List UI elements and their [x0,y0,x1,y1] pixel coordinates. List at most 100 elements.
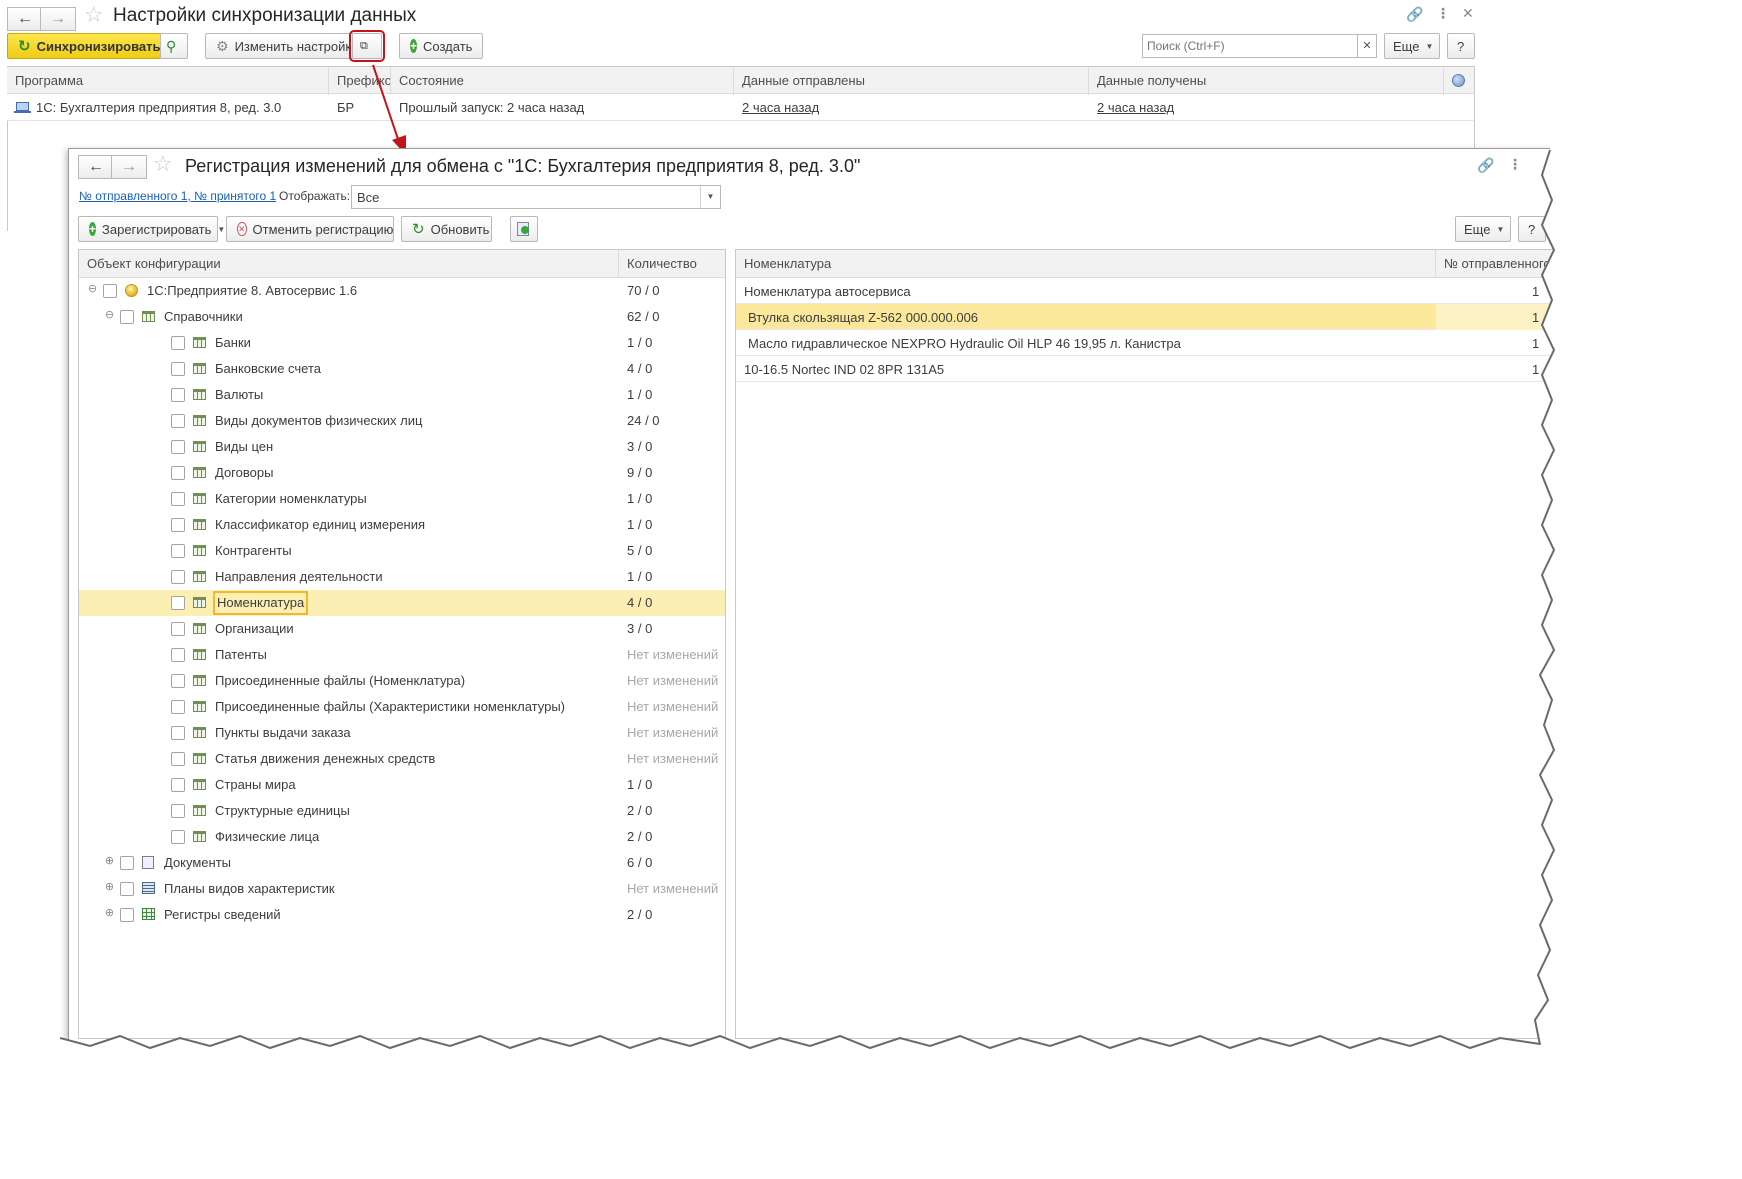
link-icon[interactable]: 🔗 [1477,157,1494,174]
more-actions-icon[interactable]: ⋮ [1436,5,1450,22]
table-row[interactable]: Втулка скользящая Z-562 000.000.006 1 [736,304,1742,330]
row-checkbox[interactable] [171,752,185,766]
row-checkbox[interactable] [171,362,185,376]
tree-row[interactable]: Страны мира 1 / 0 [79,772,725,798]
tree-row[interactable]: Направления деятельности 1 / 0 [79,564,725,590]
inner-help-button[interactable]: ? [1518,216,1546,242]
display-select[interactable]: Все ▼ [351,185,721,209]
tree-row[interactable]: Пункты выдачи заказа Нет изменений [79,720,725,746]
tree-row[interactable]: Присоединенные файлы (Номенклатура) Нет и… [79,668,725,694]
row-checkbox[interactable] [171,648,185,662]
favorite-star-icon[interactable]: ☆ [84,2,104,28]
link-icon[interactable]: 🔗 [1406,6,1423,23]
tree-row[interactable]: Классификатор единиц измерения 1 / 0 [79,512,725,538]
received-link[interactable]: 2 часа назад [1097,100,1174,115]
tree-row[interactable]: Виды цен 3 / 0 [79,434,725,460]
row-checkbox[interactable] [120,882,134,896]
col-sent[interactable]: Данные отправлены [734,67,1089,95]
search-input[interactable] [1142,34,1358,58]
table-row[interactable]: Масло гидравлическое NEXPRO Hydraulic Oi… [736,330,1742,356]
tree-row[interactable]: ⊖ 1С:Предприятие 8. Автосервис 1.6 70 / 0 [79,278,725,304]
row-checkbox[interactable] [171,830,185,844]
inner-more-button[interactable]: Еще ▼ [1455,216,1511,242]
row-checkbox[interactable] [171,570,185,584]
back-button[interactable]: ← [7,7,43,31]
row-checkbox[interactable] [171,700,185,714]
row-checkbox[interactable] [171,336,185,350]
row-checkbox[interactable] [171,440,185,454]
tree-row[interactable]: ⊖ Справочники 62 / 0 [79,304,725,330]
expand-icon[interactable]: ⊕ [104,856,115,867]
more-actions-icon[interactable]: ⋮ [1508,156,1522,173]
items-table[interactable]: Номенклатура № отправленного Номенклатур… [735,249,1742,1039]
export-button[interactable] [510,216,538,242]
col-nomenclature[interactable]: Номенклатура [736,250,1436,278]
row-checkbox[interactable] [103,284,117,298]
tree-row[interactable]: Договоры 9 / 0 [79,460,725,486]
table-row[interactable]: 1С: Бухгалтерия предприятия 8, ред. 3.0 … [7,94,1475,121]
row-checkbox[interactable] [171,518,185,532]
tree-row[interactable]: Банковские счета 4 / 0 [79,356,725,382]
row-checkbox[interactable] [171,778,185,792]
row-checkbox[interactable] [171,492,185,506]
row-checkbox[interactable] [171,466,185,480]
tree-row[interactable]: Виды документов физических лиц 24 / 0 [79,408,725,434]
row-checkbox[interactable] [120,856,134,870]
tree-row[interactable]: Патенты Нет изменений [79,642,725,668]
tree-row[interactable]: Присоединенные файлы (Характеристики ном… [79,694,725,720]
expand-icon[interactable]: ⊕ [104,908,115,919]
row-checkbox[interactable] [120,908,134,922]
forward-button[interactable]: → [40,7,76,31]
col-received[interactable]: Данные получены [1089,67,1444,95]
col-settings[interactable] [1444,67,1475,95]
tree-row[interactable]: Валюты 1 / 0 [79,382,725,408]
col-sent-number[interactable]: № отправленного [1436,250,1742,278]
inner-back-button[interactable]: ← [78,155,114,179]
table-row[interactable]: Номенклатура автосервиса 1 [736,278,1742,304]
change-settings-button[interactable]: ⚙ Изменить настройки [205,33,358,59]
tree-row[interactable]: Физические лица 2 / 0 [79,824,725,850]
col-count[interactable]: Количество [619,250,725,278]
row-checkbox[interactable] [171,596,185,610]
tree-row[interactable]: ⊕ Регистры сведений 2 / 0 [79,902,725,928]
tree-row[interactable]: Категории номенклатуры 1 / 0 [79,486,725,512]
expand-icon[interactable]: ⊕ [104,882,115,893]
sync-button[interactable]: ↻ Синхронизировать [7,33,161,59]
tree-row[interactable]: Организации 3 / 0 [79,616,725,642]
tree-row[interactable]: ⊕ Планы видов характеристик Нет изменений [79,876,725,902]
col-program[interactable]: Программа [7,67,329,95]
refresh-button[interactable]: ↻ Обновить [401,216,492,242]
row-checkbox[interactable] [171,544,185,558]
row-checkbox[interactable] [171,674,185,688]
sync-search-button[interactable]: ⚲ [160,33,188,59]
tree-row[interactable]: Структурные единицы 2 / 0 [79,798,725,824]
collapse-icon[interactable]: ⊖ [104,310,115,321]
help-button[interactable]: ? [1447,33,1475,59]
tree-row[interactable]: ⊕ Документы 6 / 0 [79,850,725,876]
close-icon[interactable]: ✕ [1462,5,1474,22]
register-button[interactable]: + Зарегистрировать ▼ [78,216,225,242]
row-checkbox[interactable] [171,414,185,428]
search-clear-icon[interactable]: ✕ [1357,34,1377,58]
tree-row[interactable]: Статья движения денежных средств Нет изме… [79,746,725,772]
row-checkbox[interactable] [120,310,134,324]
favorite-star-icon[interactable]: ☆ [153,151,173,177]
unregister-button[interactable]: ✕ Отменить регистрацию ▼ [226,216,407,242]
row-checkbox[interactable] [171,804,185,818]
inner-forward-button[interactable]: → [111,155,147,179]
table-row[interactable]: 10-16.5 Nortec IND 02 8PR 131A5 1 [736,356,1742,382]
tree-row[interactable]: Контрагенты 5 / 0 [79,538,725,564]
row-checkbox[interactable] [171,388,185,402]
config-tree[interactable]: Объект конфигурации Количество ⊖ 1С:Предп… [78,249,726,1039]
col-state[interactable]: Состояние [391,67,734,95]
col-config-object[interactable]: Объект конфигурации [79,250,619,278]
tree-row[interactable]: Номенклатура 4 / 0 [79,590,725,616]
sent-link[interactable]: 2 часа назад [742,100,819,115]
tree-row[interactable]: Банки 1 / 0 [79,330,725,356]
row-checkbox[interactable] [171,726,185,740]
row-checkbox[interactable] [171,622,185,636]
exchange-numbers-link[interactable]: № отправленного 1, № принятого 1 [79,189,276,203]
collapse-icon[interactable]: ⊖ [87,284,98,295]
more-button[interactable]: Еще ▼ [1384,33,1440,59]
chevron-down-icon[interactable]: ▼ [700,186,720,208]
